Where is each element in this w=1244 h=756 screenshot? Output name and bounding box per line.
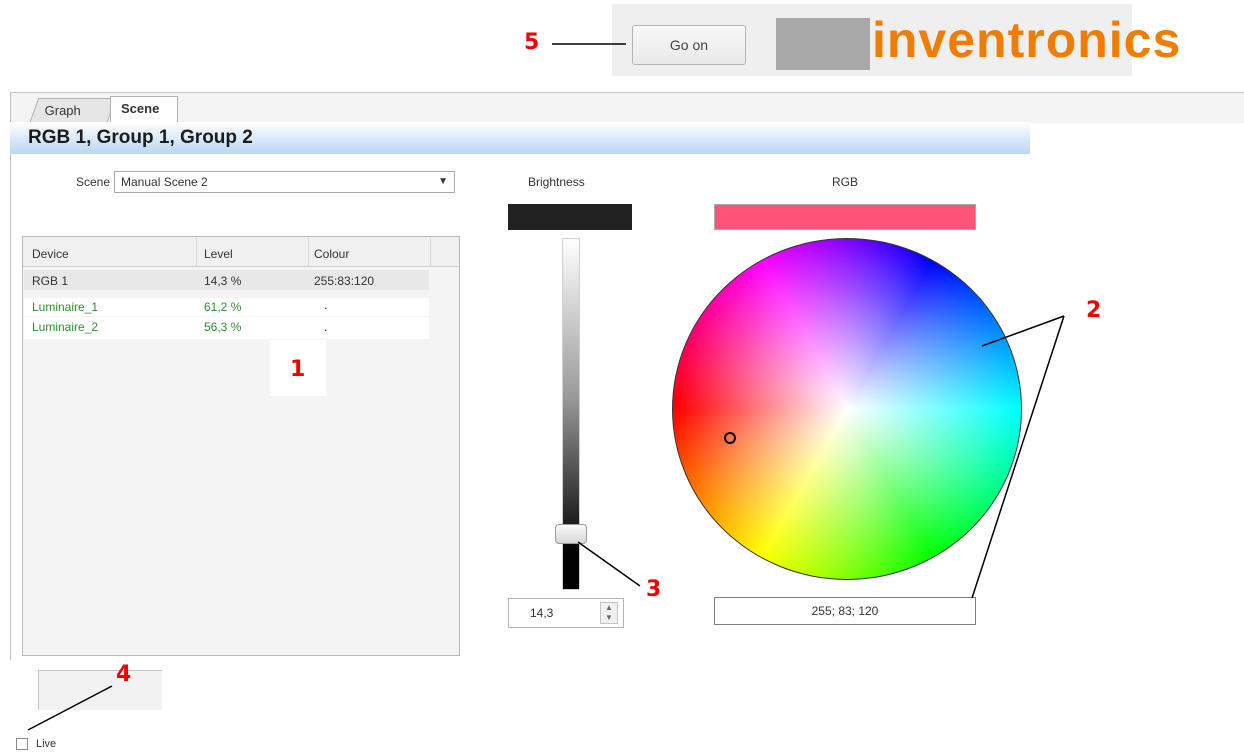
tab-scene[interactable]: Scene xyxy=(110,96,178,122)
callout-leader-lines xyxy=(27,43,1065,731)
tab-scene-label: Scene xyxy=(121,101,160,116)
